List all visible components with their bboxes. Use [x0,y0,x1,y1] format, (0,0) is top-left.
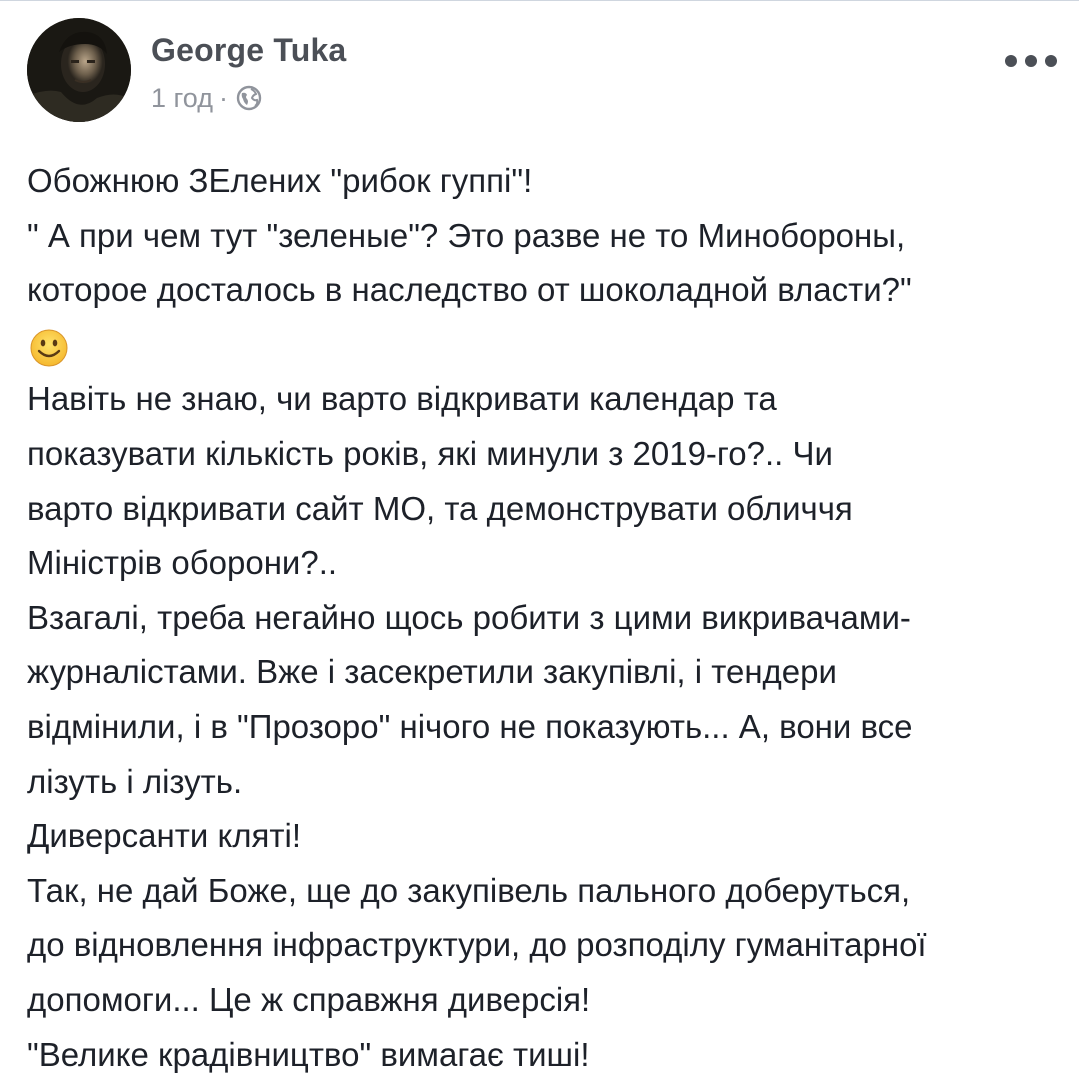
author-avatar[interactable] [27,18,131,122]
post-line: до відновлення інфраструктури, до розпод… [27,918,1057,973]
more-dot [1005,55,1017,67]
post-timestamp[interactable]: 1 год [151,83,213,114]
post-header: George Tuka 1 год · [27,18,1057,128]
post-meta: 1 год · [151,80,262,116]
meta-separator: · [219,83,228,114]
post-line: "Велике крадівництво" вимагає тиші! [27,1028,1057,1082]
emoji-line [27,318,1057,373]
post-line: " А при чем тут "зеленые"? Это разве не … [27,209,1057,264]
more-dot [1025,55,1037,67]
post-line: которое досталось в наследство от шокола… [27,263,1057,318]
post-line: Взагалі, треба негайно щось робити з цим… [27,591,1057,646]
author-name[interactable]: George Tuka [151,32,346,69]
more-options-icon[interactable] [1005,48,1057,74]
post-line: відмінили, і в "Прозоро" нічого не показ… [27,700,1057,755]
post-line: лізуть і лізуть. [27,755,1057,810]
globe-icon[interactable] [236,85,262,111]
post-line: варто відкривати сайт МО, та демонструва… [27,482,1057,537]
post-line: Диверсанти кляті! [27,809,1057,864]
smiling-face-emoji [29,328,69,368]
post-line: показувати кількість років, які минули з… [27,427,1057,482]
post-line: Навіть не знаю, чи варто відкривати кале… [27,372,1057,427]
post-line: Обожнюю ЗЕлених "рибок гуппі"! [27,154,1057,209]
post-line: Так, не дай Боже, ще до закупівель пальн… [27,864,1057,919]
post-line: Міністрів оборони?.. [27,536,1057,591]
post-text: Обожнюю ЗЕлених "рибок гуппі"! " А при ч… [27,154,1057,1082]
post-line: журналістами. Вже і засекретили закупівл… [27,645,1057,700]
more-dot [1045,55,1057,67]
post-line: допомоги... Це ж справжня диверсія! [27,973,1057,1028]
top-divider [0,0,1079,1]
avatar-image [27,18,131,122]
